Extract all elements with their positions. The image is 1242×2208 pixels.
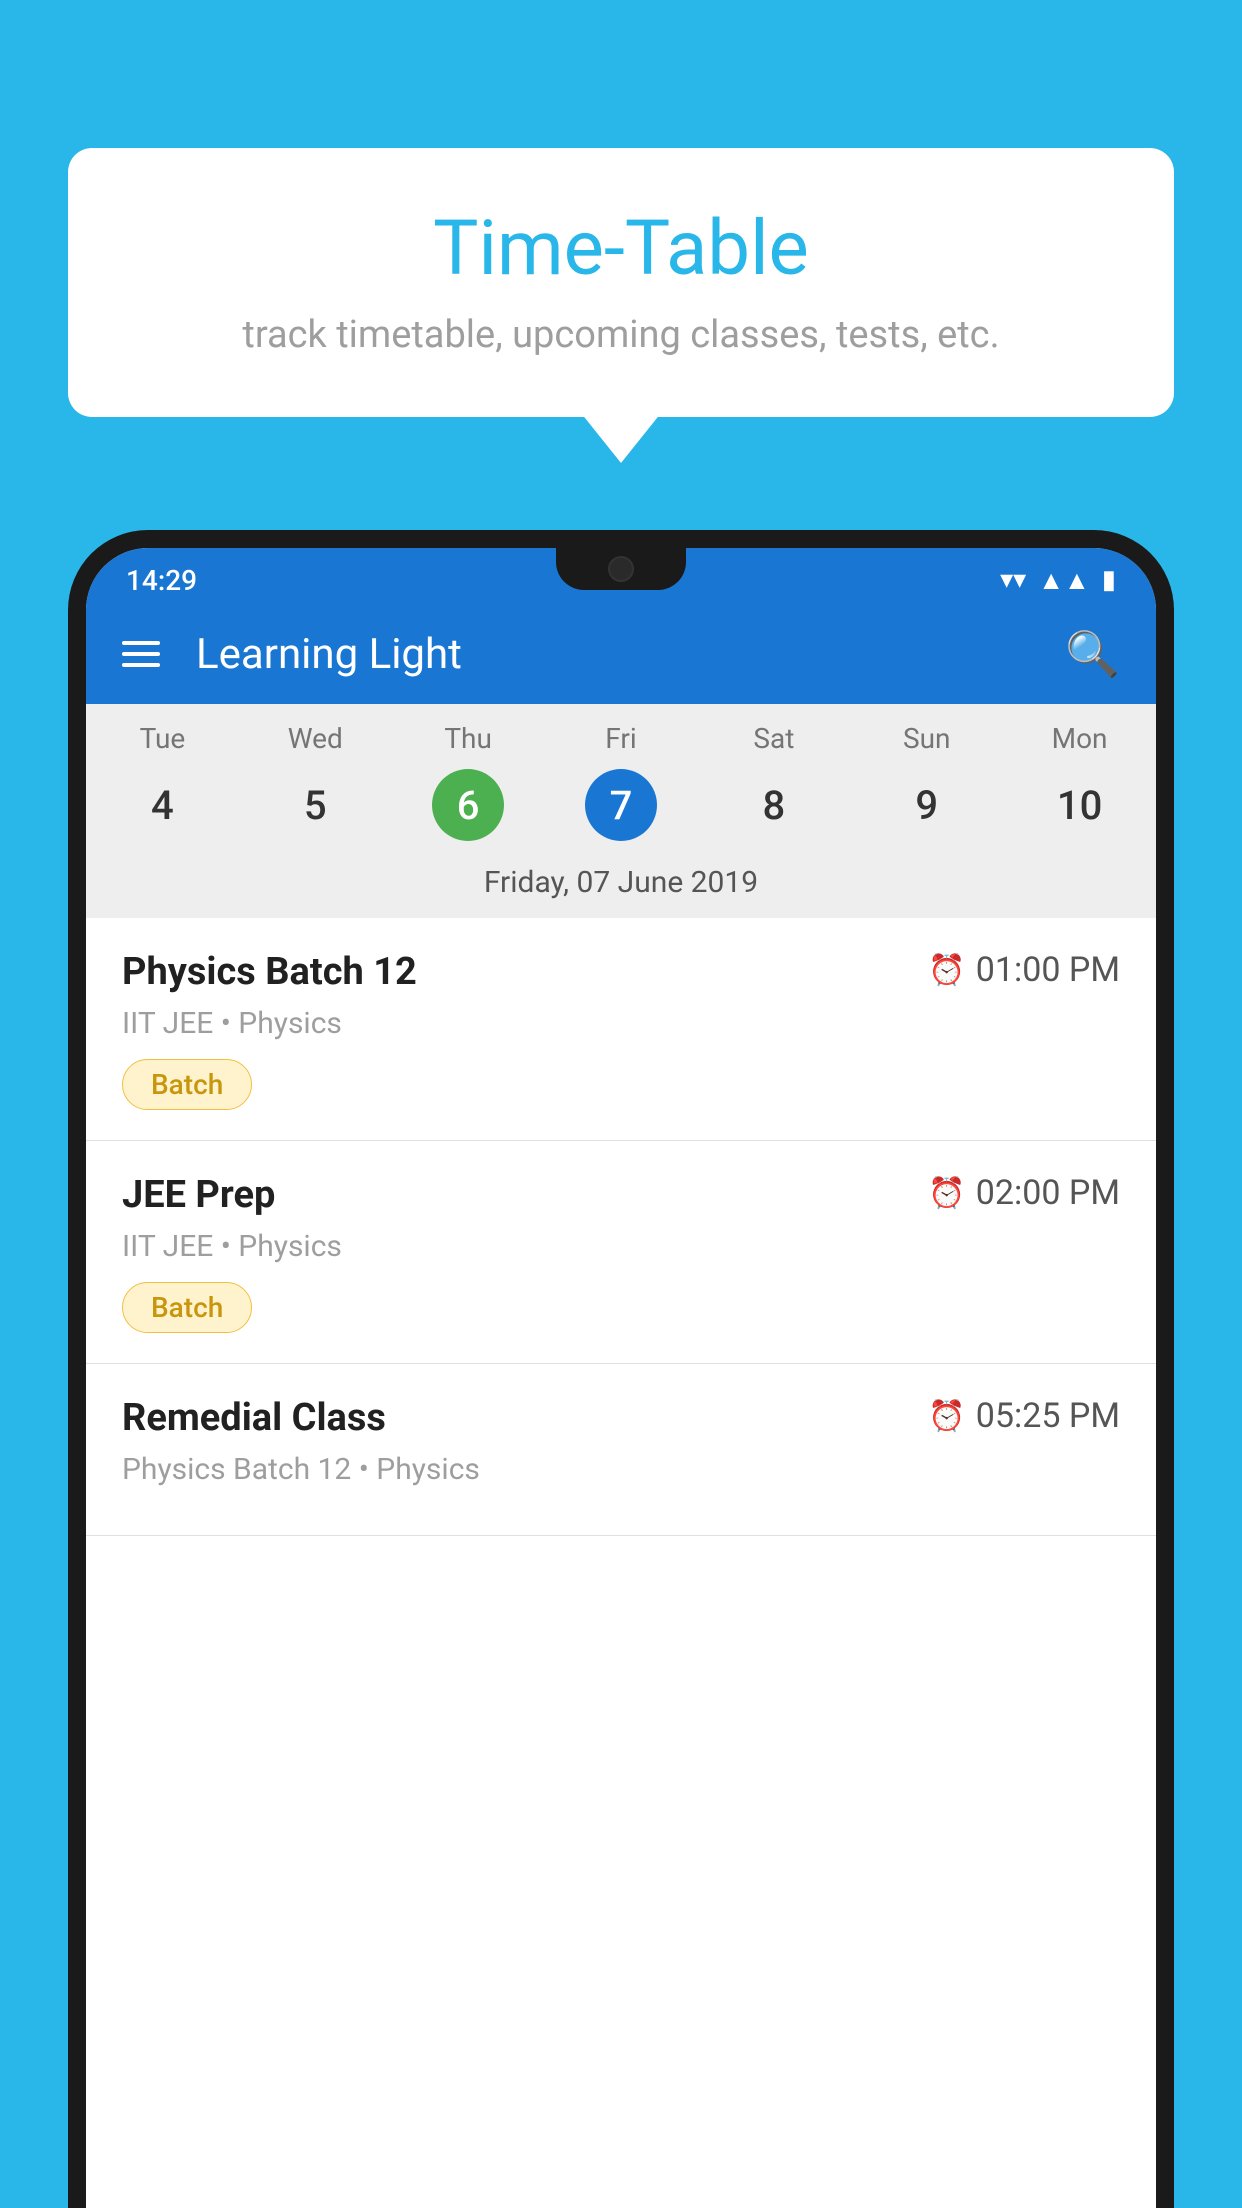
phone-outer: 14:29 ▾▾ ▲▲ ▮ Learning Light 🔍 (68, 530, 1174, 2208)
day-numbers: 4 5 6 7 8 9 10 (86, 763, 1156, 855)
day-header-tue: Tue (86, 722, 239, 755)
schedule-item-1-header: Physics Batch 12 ⏰ 01:00 PM (122, 950, 1120, 994)
clock-icon-1: ⏰ (928, 953, 965, 988)
schedule-title-3: Remedial Class (122, 1396, 386, 1440)
day-header-wed: Wed (239, 722, 392, 755)
schedule-time-3: ⏰ 05:25 PM (928, 1396, 1120, 1436)
day-header-sun: Sun (850, 722, 1003, 755)
battery-icon: ▮ (1102, 565, 1116, 595)
schedule-title-1: Physics Batch 12 (122, 950, 417, 994)
day-4[interactable]: 4 (86, 769, 239, 841)
schedule-item-1[interactable]: Physics Batch 12 ⏰ 01:00 PM IIT JEE • Ph… (86, 918, 1156, 1141)
schedule-item-3-header: Remedial Class ⏰ 05:25 PM (122, 1396, 1120, 1440)
search-icon[interactable]: 🔍 (1065, 628, 1120, 680)
schedule-item-2[interactable]: JEE Prep ⏰ 02:00 PM IIT JEE • Physics Ba… (86, 1141, 1156, 1364)
calendar-strip: Tue Wed Thu Fri Sat Sun Mon 4 5 6 7 8 9 … (86, 704, 1156, 918)
schedule-subtitle-2: IIT JEE • Physics (122, 1229, 1120, 1264)
status-time: 14:29 (126, 564, 197, 597)
clock-icon-3: ⏰ (928, 1399, 965, 1434)
schedule-subtitle-1: IIT JEE • Physics (122, 1006, 1120, 1041)
day-header-sat: Sat (697, 722, 850, 755)
app-bar: Learning Light 🔍 (86, 604, 1156, 704)
day-6-today[interactable]: 6 (432, 769, 504, 841)
speech-bubble-card: Time-Table track timetable, upcoming cla… (68, 148, 1174, 417)
batch-badge-2: Batch (122, 1282, 252, 1333)
bubble-subtitle: track timetable, upcoming classes, tests… (128, 313, 1114, 357)
schedule-time-2: ⏰ 02:00 PM (928, 1173, 1120, 1213)
day-7-selected[interactable]: 7 (585, 769, 657, 841)
status-icons: ▾▾ ▲▲ ▮ (1000, 565, 1116, 596)
day-headers: Tue Wed Thu Fri Sat Sun Mon (86, 704, 1156, 763)
schedule-time-1: ⏰ 01:00 PM (928, 950, 1120, 990)
app-title: Learning Light (196, 630, 1065, 679)
phone-notch (556, 548, 686, 590)
day-8[interactable]: 8 (697, 769, 850, 841)
day-10[interactable]: 10 (1003, 769, 1156, 841)
phone-wrapper: 14:29 ▾▾ ▲▲ ▮ Learning Light 🔍 (68, 530, 1174, 2208)
day-9[interactable]: 9 (850, 769, 1003, 841)
schedule-subtitle-3: Physics Batch 12 • Physics (122, 1452, 1120, 1487)
signal-icon: ▲▲ (1038, 565, 1089, 596)
schedule-title-2: JEE Prep (122, 1173, 275, 1217)
schedule-list: Physics Batch 12 ⏰ 01:00 PM IIT JEE • Ph… (86, 918, 1156, 2208)
phone-camera (608, 556, 634, 582)
clock-icon-2: ⏰ (928, 1176, 965, 1211)
selected-date-label: Friday, 07 June 2019 (86, 855, 1156, 918)
bubble-title: Time-Table (128, 203, 1114, 293)
day-header-mon: Mon (1003, 722, 1156, 755)
batch-badge-1: Batch (122, 1059, 252, 1110)
phone-screen: 14:29 ▾▾ ▲▲ ▮ Learning Light 🔍 (86, 548, 1156, 2208)
hamburger-menu[interactable] (122, 641, 160, 667)
wifi-icon: ▾▾ (1000, 565, 1026, 595)
day-header-fri: Fri (545, 722, 698, 755)
schedule-item-3[interactable]: Remedial Class ⏰ 05:25 PM Physics Batch … (86, 1364, 1156, 1536)
day-5[interactable]: 5 (239, 769, 392, 841)
schedule-item-2-header: JEE Prep ⏰ 02:00 PM (122, 1173, 1120, 1217)
day-header-thu: Thu (392, 722, 545, 755)
